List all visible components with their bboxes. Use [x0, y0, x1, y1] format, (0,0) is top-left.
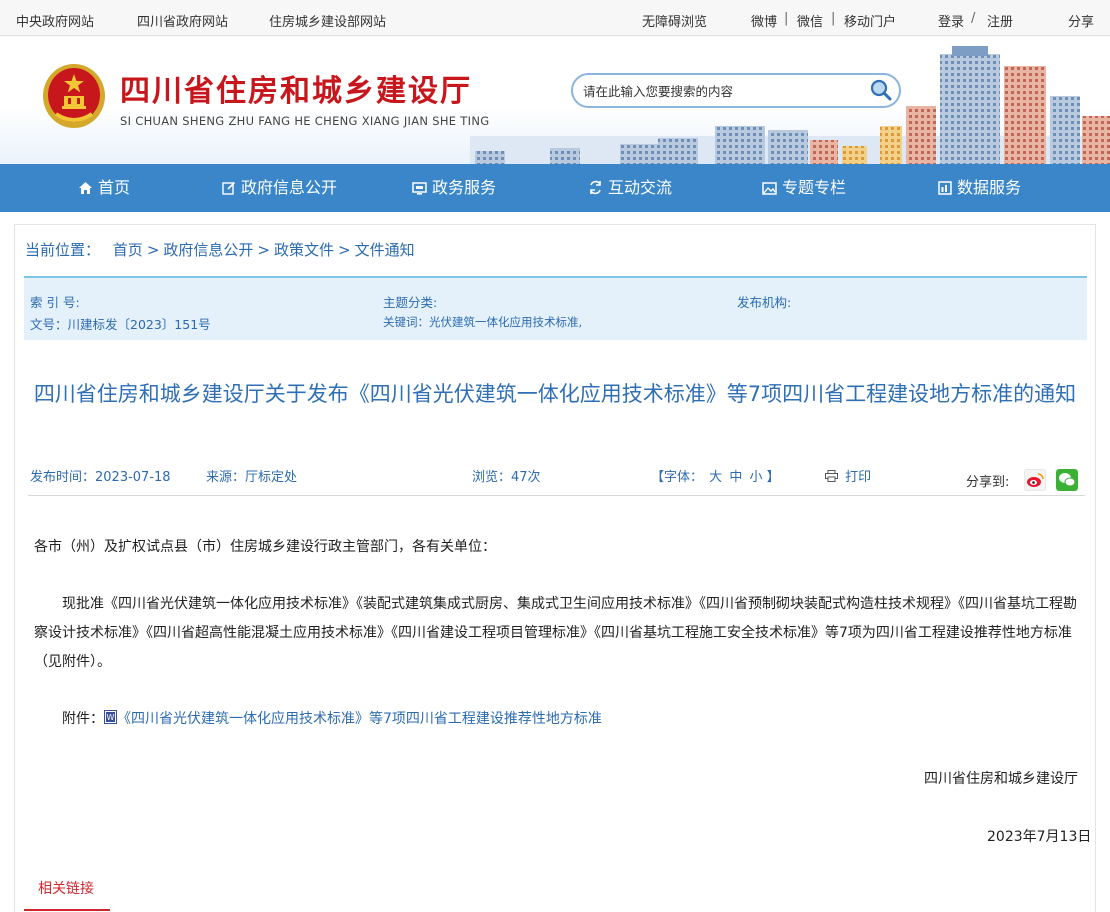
link-central-gov[interactable]: 中央政府网站: [16, 11, 94, 30]
nav-label: 专题专栏: [782, 178, 847, 197]
link-sichuan-gov[interactable]: 四川省政府网站: [137, 11, 228, 30]
nav-gov-services[interactable]: 政务服务: [412, 164, 496, 212]
article-info-bar: 发布时间：2023-07-18 来源：厅标定处 浏览：47次 【字体： 大 中 …: [0, 464, 1110, 494]
attachment-label: 附件：: [62, 711, 104, 727]
topic-category-label: 主题分类:: [383, 295, 438, 310]
login-link[interactable]: 登录: [938, 11, 964, 30]
nav-label: 首页: [98, 178, 131, 197]
breadcrumb-policy-docs[interactable]: 政策文件: [274, 241, 334, 259]
wechat-share-icon[interactable]: [1056, 469, 1078, 491]
svg-text:W: W: [107, 713, 115, 722]
print-button[interactable]: 打印: [825, 466, 871, 485]
related-links-tab[interactable]: 相关链接: [38, 878, 94, 898]
nav-gov-info[interactable]: 政府信息公开: [222, 164, 337, 212]
nav-interaction[interactable]: 互动交流: [588, 164, 672, 212]
font-large-button[interactable]: 大: [709, 470, 722, 485]
main-paragraph: 现批准《四川省光伏建筑一体化应用技术标准》《装配式建筑集成式厨房、集成式卫生间应…: [34, 596, 1077, 670]
breadcrumb-prefix: 当前位置：: [25, 241, 101, 259]
picture-icon: [762, 182, 777, 195]
edit-icon: [222, 181, 236, 195]
font-medium-button[interactable]: 中: [729, 470, 742, 485]
top-bar: 中央政府网站 四川省政府网站 住房城乡建设部网站 无障碍浏览 微博 | 微信 |…: [0, 0, 1110, 36]
accessibility-link[interactable]: 无障碍浏览: [642, 11, 707, 30]
weibo-link[interactable]: 微博: [751, 11, 777, 30]
link-mohurd[interactable]: 住房城乡建设部网站: [269, 11, 386, 30]
site-subtitle: SI CHUAN SHENG ZHU FANG HE CHENG XIANG J…: [120, 114, 490, 128]
keywords: 关键词：光伏建筑一体化应用技术标准,: [383, 315, 583, 329]
breadcrumb-sep: >: [338, 241, 351, 259]
divider: [28, 495, 1085, 496]
related-links-underline: [24, 909, 110, 911]
monitor-icon: [412, 182, 427, 195]
signature: 四川省住房和城乡建设厅: [924, 771, 1078, 787]
font-small-button[interactable]: 小: [749, 470, 762, 485]
nav-label: 互动交流: [608, 178, 673, 197]
word-document-icon: W: [104, 710, 117, 724]
breadcrumb-gov-info[interactable]: 政府信息公开: [163, 241, 253, 259]
share-link[interactable]: 分享: [1068, 11, 1094, 30]
search-box: [571, 73, 901, 108]
site-title[interactable]: 四川省住房和城乡建设厅: [120, 66, 472, 110]
nav-data-services[interactable]: 数据服务: [938, 164, 1021, 212]
separator: |: [784, 11, 789, 26]
attachment-link[interactable]: 《四川省光伏建筑一体化应用技术标准》等7项四川省工程建设推荐性地方标准: [117, 711, 602, 727]
breadcrumb-sep: >: [257, 241, 270, 259]
font-size-label: 【字体：: [651, 470, 704, 485]
chart-icon: [938, 181, 952, 195]
share-to-label: 分享到:: [966, 475, 1010, 490]
weibo-share-icon[interactable]: [1024, 469, 1046, 491]
separator: |: [831, 11, 836, 26]
font-size-end: 】: [766, 470, 780, 485]
greeting-text: 各市（州）及扩权试点县（市）住房城乡建设行政主管部门，各有关单位：: [34, 539, 496, 555]
attachment-row: 附件： W 《四川省光伏建筑一体化应用技术标准》等7项四川省工程建设推荐性地方标准: [34, 705, 1079, 734]
print-label: 打印: [845, 470, 872, 485]
view-count: 浏览：47次: [472, 470, 541, 485]
breadcrumb-sep: >: [146, 241, 160, 259]
mobile-portal-link[interactable]: 移动门户: [844, 11, 896, 30]
wechat-link[interactable]: 微信: [797, 11, 823, 30]
publisher-label: 发布机构:: [737, 295, 792, 310]
site-header: 四川省住房和城乡建设厅 SI CHUAN SHENG ZHU FANG HE C…: [0, 36, 1110, 164]
index-number-label: 索 引 号:: [30, 295, 80, 310]
document-number: 文号：川建标发〔2023〕151号: [30, 317, 211, 332]
register-link[interactable]: 注册: [987, 11, 1013, 30]
article-source: 来源：厅标定处: [206, 470, 298, 485]
document-meta-box: 索 引 号: 文号：川建标发〔2023〕151号 主题分类: 关键词：光伏建筑一…: [24, 276, 1087, 340]
font-size-control: 【字体： 大 中 小 】: [651, 466, 780, 485]
main-nav: 首页 政府信息公开 政务服务 互动交流 专题专栏 数据服务: [0, 164, 1110, 212]
nav-label: 政务服务: [432, 178, 497, 197]
nav-label: 政府信息公开: [241, 178, 338, 197]
search-input[interactable]: [583, 81, 853, 101]
publish-time: 发布时间：2023-07-18: [30, 470, 171, 485]
nav-special-topics[interactable]: 专题专栏: [762, 164, 846, 212]
home-icon: [79, 182, 92, 194]
separator: /: [971, 11, 976, 26]
breadcrumb-notices[interactable]: 文件通知: [355, 241, 415, 259]
nav-label: 数据服务: [957, 178, 1022, 197]
printer-icon: [825, 470, 838, 482]
exchange-icon: [590, 180, 601, 195]
signature-date: 2023年7月13日: [987, 829, 1092, 845]
breadcrumb-home[interactable]: 首页: [113, 241, 143, 259]
nav-home[interactable]: 首页: [78, 164, 130, 212]
search-icon[interactable]: [869, 78, 893, 102]
national-emblem-icon[interactable]: [42, 62, 106, 130]
breadcrumb: 当前位置： 首页 > 政府信息公开 > 政策文件 > 文件通知: [25, 239, 415, 260]
article-title: 四川省住房和城乡建设厅关于发布《四川省光伏建筑一体化应用技术标准》等7项四川省工…: [33, 382, 1077, 406]
